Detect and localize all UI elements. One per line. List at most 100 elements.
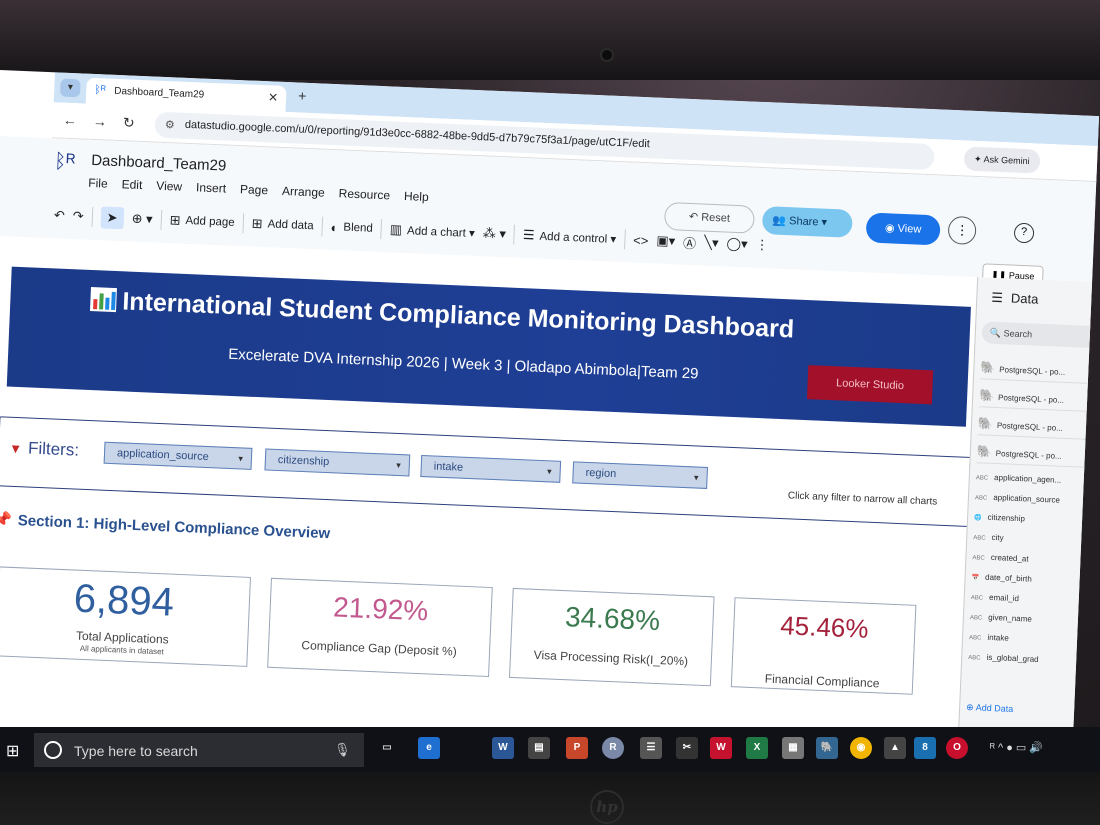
more-tools-icon[interactable]: ⋮ [755, 237, 769, 254]
filter-application-source[interactable]: application_source ▾ [103, 441, 253, 470]
postgresql-app-icon[interactable]: 🐘 [816, 737, 838, 759]
menu-edit[interactable]: Edit [121, 177, 142, 192]
filter-panel: ▼ Filters: application_source ▾ citizenshi… [0, 416, 974, 528]
add-data-button[interactable]: ⊞ Add data [251, 216, 314, 235]
image-icon[interactable]: ▣▾ [656, 233, 675, 250]
windows-taskbar: ⊞ Type here to search 🎙 ▭ e W ▤ P R ☰ ✂ … [0, 727, 1100, 773]
opera-icon[interactable]: O [946, 737, 968, 759]
app-icon[interactable]: ▲ [884, 737, 906, 759]
kpi-visa-processing-risk[interactable]: 34.68% Visa Processing Risk(I_20%) [508, 587, 715, 687]
menu-view[interactable]: View [156, 179, 182, 194]
data-source-label: PostgreSQL - po... [997, 393, 1065, 405]
menu-arrange[interactable]: Arrange [282, 184, 325, 200]
kpi-compliance-gap[interactable]: 21.92% Compliance Gap (Deposit %) [267, 577, 493, 678]
taskbar-search-box[interactable]: Type here to search 🎙 [34, 733, 364, 767]
view-button[interactable]: ◉ View [865, 212, 941, 246]
tab-search-button[interactable]: ▾ [59, 78, 81, 98]
filter-intake[interactable]: intake ▾ [420, 454, 562, 483]
add-control-button[interactable]: ☰ Add a control ▾ [523, 227, 617, 247]
excel-icon[interactable]: X [746, 737, 768, 759]
filter-region[interactable]: region ▾ [572, 461, 708, 489]
back-icon[interactable]: ← [63, 112, 78, 129]
system-tray-icons[interactable]: ᴿ ^ ● ▭ 🔊 [990, 741, 1043, 754]
section-1-title: 📌 Section 1: High-Level Compliance Overvi… [0, 510, 331, 542]
blend-label: Blend [343, 221, 374, 235]
data-source-item[interactable]: 🐘 PostgreSQL - po... [978, 383, 1100, 413]
select-pointer-icon[interactable]: ➤ [100, 206, 125, 230]
undo-icon[interactable]: ↶ [54, 207, 66, 223]
kpi-label: Compliance Gap (Deposit %) [301, 638, 458, 659]
looker-logo-icon: ᛒᴿ [53, 150, 76, 174]
add-data-link[interactable]: ⊕ Add Data [966, 702, 1013, 715]
line-icon[interactable]: ╲▾ [704, 235, 719, 252]
help-icon[interactable]: ? [1013, 222, 1035, 244]
redo-icon[interactable]: ↷ [73, 208, 85, 224]
snipping-tool-icon[interactable]: ✂ [676, 737, 698, 759]
text-icon[interactable]: Ⓐ [683, 232, 697, 252]
blend-button[interactable]: ◐ Blend [330, 219, 373, 236]
data-search-input[interactable]: 🔍 Search [981, 321, 1100, 349]
community-viz-icon[interactable]: ⁂ ▾ [482, 225, 507, 242]
header-banner[interactable]: International Student Compliance Monitor… [6, 266, 971, 427]
field-item[interactable]: ABC given_name [970, 607, 1033, 630]
url-text: datastudio.google.com/u/0/reporting/91d3… [184, 118, 651, 151]
calculator-icon[interactable]: ▦ [782, 737, 804, 759]
add-chart-button[interactable]: ▥ Add a chart ▾ [389, 221, 476, 241]
zoom-icon[interactable]: ⊕ ▾ [131, 211, 153, 228]
reset-button[interactable]: ↶ Reset [663, 201, 755, 234]
field-item[interactable]: 📅 date_of_birth [971, 567, 1032, 590]
share-dropdown-icon[interactable]: ▾ [821, 217, 827, 229]
kpi-total-applications[interactable]: 6,894 Total Applications All applicants … [0, 566, 251, 667]
embed-code-icon[interactable]: <> [633, 232, 649, 248]
tab-close-icon[interactable]: ✕ [268, 90, 279, 104]
data-source-item[interactable]: 🐘 PostgreSQL - po... [977, 411, 1099, 441]
field-label: created_at [990, 552, 1029, 564]
reset-label: Reset [700, 211, 731, 225]
forward-icon[interactable]: → [93, 113, 108, 130]
profile-app-icon[interactable]: R [602, 737, 624, 759]
share-button[interactable]: 👥 Share ▾ [761, 206, 853, 238]
toolbar-divider [242, 213, 245, 234]
menu-file[interactable]: File [88, 176, 108, 191]
menu-insert[interactable]: Insert [196, 180, 227, 195]
data-source-item[interactable]: 🐘 PostgreSQL - po... [979, 355, 1100, 385]
reload-icon[interactable]: ↻ [123, 114, 135, 131]
data-source-item[interactable]: 🐘 PostgreSQL - po... [976, 439, 1098, 469]
field-item[interactable]: ABC intake [969, 627, 1010, 649]
looker-studio-badge[interactable]: Looker Studio [806, 365, 934, 405]
search-icon [44, 741, 62, 759]
shape-icon[interactable]: ◯▾ [726, 236, 748, 253]
ask-gemini-button[interactable]: ✦ Ask Gemini [963, 146, 1041, 174]
app-icon[interactable]: 8 [914, 737, 936, 759]
powerpoint-icon[interactable]: P [566, 737, 588, 759]
new-tab-button[interactable]: + [298, 88, 307, 104]
menu-resource[interactable]: Resource [338, 186, 390, 202]
menu-page[interactable]: Page [240, 182, 269, 197]
field-item[interactable]: ABC email_id [970, 587, 1019, 609]
field-item[interactable]: ABC city [973, 527, 1004, 548]
postgresql-icon: 🐘 [978, 388, 995, 403]
menu-help[interactable]: Help [404, 189, 429, 204]
filter-citizenship[interactable]: citizenship ▾ [264, 448, 411, 477]
microphone-icon[interactable]: 🎙 [334, 742, 351, 758]
add-page-button[interactable]: ⊞ Add page [169, 212, 235, 231]
windows-start-icon[interactable]: ⊞ [6, 741, 19, 761]
app-icon[interactable]: ☰ [640, 737, 662, 759]
edge-icon[interactable]: e [418, 737, 440, 759]
data-panel-title: ☰ Data [991, 290, 1039, 308]
text-type-icon: ABC [968, 635, 982, 642]
field-item[interactable]: 🌐 citizenship [974, 507, 1026, 529]
chrome-icon[interactable]: ◉ [850, 737, 872, 759]
field-item[interactable]: ABC created_at [972, 547, 1029, 569]
site-settings-icon[interactable]: ⚙ [165, 118, 175, 131]
task-view-icon[interactable]: ▭ [376, 737, 398, 759]
store-icon[interactable]: ▤ [528, 737, 550, 759]
eye-icon: ◉ [884, 222, 898, 235]
word-icon[interactable]: W [492, 737, 514, 759]
report-title[interactable]: Dashboard_Team29 [91, 152, 227, 175]
kpi-financial-compliance[interactable]: 45.46% Financial Compliance [730, 597, 917, 695]
wps-office-icon[interactable]: W [710, 737, 732, 759]
reset-icon: ↶ [688, 210, 702, 224]
field-item[interactable]: ABC is_global_grad [968, 647, 1039, 670]
kpi-value: 21.92% [332, 591, 429, 627]
